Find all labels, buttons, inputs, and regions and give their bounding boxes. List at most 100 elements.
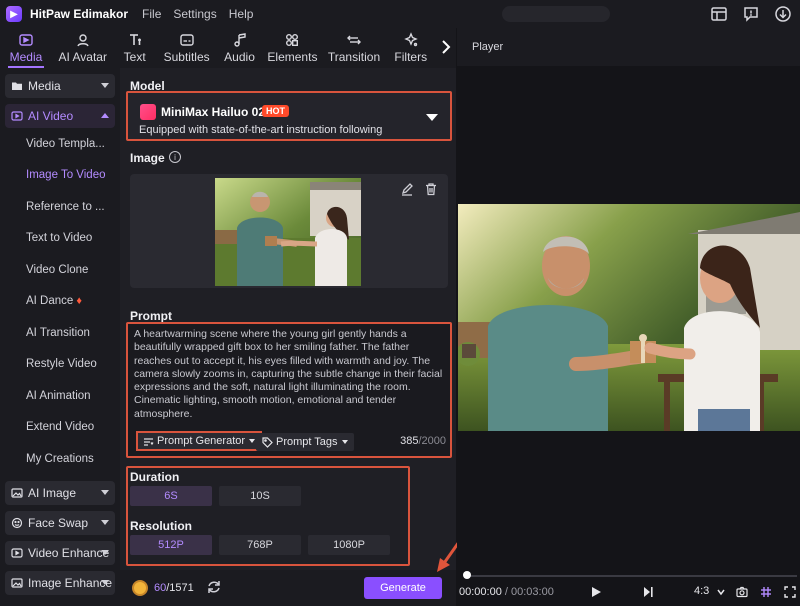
prompt-generator-icon — [144, 437, 154, 446]
menu-bar: File Settings Help — [142, 7, 253, 21]
fullscreen-icon[interactable] — [784, 586, 796, 598]
menu-settings[interactable]: Settings — [173, 7, 216, 21]
next-frame-icon[interactable] — [642, 586, 654, 598]
sidebar-cat-media[interactable]: Media — [5, 74, 115, 98]
coin-icon — [132, 580, 148, 596]
time-display: 00:00:00 / 00:03:00 — [459, 586, 554, 598]
layout-icon[interactable] — [710, 5, 728, 23]
duration-section-title: Duration — [130, 470, 180, 484]
ai-video-panel: Model MiniMax Hailuo 02 HOT Equipped wit… — [120, 68, 456, 606]
tag-icon — [262, 436, 273, 448]
tabs-next-button[interactable] — [437, 28, 456, 68]
title-search-field[interactable] — [502, 6, 610, 22]
prompt-char-counter: 385/2000 — [400, 435, 446, 447]
tab-transition[interactable]: Transition — [323, 28, 385, 68]
sidebar-item-text-to-video[interactable]: Text to Video — [0, 223, 120, 255]
tab-text[interactable]: Text — [114, 28, 156, 68]
tool-tabs: Media AI Avatar Text Subtitles Audio Ele… — [0, 28, 456, 68]
model-name: MiniMax Hailuo 02 — [161, 105, 266, 119]
feedback-icon[interactable] — [742, 5, 760, 23]
chevron-down-icon — [101, 83, 109, 88]
scrubber-handle[interactable] — [463, 571, 471, 579]
avatar-icon — [77, 34, 89, 47]
model-selector[interactable]: MiniMax Hailuo 02 HOT Equipped with stat… — [126, 91, 452, 141]
generate-footer: 60/1571 Generate — [120, 570, 456, 606]
sidebar-cat-face-swap[interactable]: Face Swap — [5, 510, 115, 535]
credits-display: 60/1571 — [154, 582, 194, 594]
tab-filters[interactable]: Filters — [385, 28, 437, 68]
title-bar: ▶ HitPaw Edimakor File Settings Help — [0, 0, 800, 28]
prompt-textarea[interactable]: A heartwarming scene where the young gir… — [134, 328, 444, 421]
transition-icon — [347, 35, 361, 45]
sidebar-cat-image-enhance[interactable]: Image Enhance — [5, 570, 115, 595]
chevron-down-icon — [101, 549, 109, 555]
image-enhance-icon — [11, 577, 23, 588]
sidebar-item-reference-to-video[interactable]: Reference to ... — [0, 191, 120, 223]
chevron-down-icon — [249, 439, 256, 443]
sidebar-cat-ai-video[interactable]: AI Video — [5, 104, 115, 128]
play-icon[interactable] — [590, 586, 602, 598]
trash-icon[interactable] — [424, 182, 438, 196]
app-logo-icon: ▶ — [6, 6, 22, 22]
tab-audio[interactable]: Audio — [217, 28, 261, 68]
resolution-option-768p[interactable]: 768P — [219, 535, 301, 555]
chevron-down-icon — [101, 579, 109, 585]
minimax-logo-icon — [140, 104, 156, 120]
prompt-tags-button[interactable]: Prompt Tags — [256, 433, 354, 451]
sidebar-cat-ai-image[interactable]: AI Image — [5, 480, 115, 505]
prompt-area: A heartwarming scene where the young gir… — [126, 322, 452, 458]
prompt-generator-button[interactable]: Prompt Generator — [136, 431, 263, 451]
chevron-down-icon — [101, 489, 109, 495]
download-icon[interactable] — [774, 5, 792, 23]
aspect-ratio-selector[interactable]: 4:3 — [694, 585, 709, 597]
sidebar-item-my-creations[interactable]: My Creations — [0, 443, 120, 475]
resolution-option-1080p[interactable]: 1080P — [308, 535, 390, 555]
sidebar-item-video-templates[interactable]: Video Templa... — [0, 128, 120, 160]
image-upload-area[interactable] — [130, 174, 448, 288]
sidebar: Media AI Video Video Templa... Image To … — [0, 68, 120, 606]
text-icon — [129, 34, 141, 45]
father-daughter-photo — [215, 178, 361, 286]
duration-option-10s[interactable]: 10S — [219, 486, 301, 506]
edit-icon[interactable] — [400, 182, 414, 196]
sidebar-item-image-to-video[interactable]: Image To Video — [0, 160, 120, 192]
grid-icon[interactable] — [760, 586, 772, 598]
tab-media[interactable]: Media — [0, 28, 52, 68]
uploaded-image-thumbnail — [215, 178, 361, 286]
folder-icon — [12, 82, 22, 90]
chevron-down-icon — [426, 114, 438, 121]
sidebar-item-ai-transition[interactable]: AI Transition — [0, 317, 120, 349]
tab-subtitles[interactable]: Subtitles — [156, 28, 218, 68]
video-preview[interactable] — [458, 204, 800, 431]
music-icon — [233, 33, 246, 47]
chevron-down-icon — [341, 440, 348, 444]
player-title: Player — [472, 41, 504, 53]
info-icon[interactable]: i — [169, 151, 181, 163]
refresh-icon[interactable] — [206, 579, 222, 595]
video-enhance-icon — [11, 547, 23, 558]
elements-icon — [286, 34, 299, 46]
sidebar-cat-video-enhance[interactable]: Video Enhance — [5, 540, 115, 565]
menu-help[interactable]: Help — [229, 7, 254, 21]
tab-ai-avatar[interactable]: AI Avatar — [52, 28, 114, 68]
duration-option-6s[interactable]: 6S — [130, 486, 212, 506]
resolution-option-512p[interactable]: 512P — [130, 535, 212, 555]
chevron-down-icon[interactable] — [715, 586, 727, 598]
timeline-scrubber[interactable] — [467, 575, 797, 577]
menu-file[interactable]: File — [142, 7, 161, 21]
dancer-icon: ♦ — [76, 295, 82, 308]
hot-badge: HOT — [262, 105, 289, 117]
sidebar-item-extend-video[interactable]: Extend Video — [0, 412, 120, 444]
tab-elements[interactable]: Elements — [262, 28, 324, 68]
chevron-right-icon — [442, 40, 451, 54]
subtitles-icon — [179, 34, 194, 46]
sidebar-item-restyle-video[interactable]: Restyle Video — [0, 349, 120, 381]
sidebar-item-ai-dance[interactable]: AI Dance ♦ — [0, 286, 120, 318]
generate-button[interactable]: Generate — [364, 577, 442, 599]
app-name: HitPaw Edimakor — [30, 7, 129, 21]
sidebar-item-video-clone[interactable]: Video Clone — [0, 254, 120, 286]
image-icon — [11, 487, 23, 498]
resolution-section-title: Resolution — [130, 519, 192, 533]
camera-icon[interactable] — [736, 586, 748, 598]
sidebar-item-ai-animation[interactable]: AI Animation — [0, 380, 120, 412]
